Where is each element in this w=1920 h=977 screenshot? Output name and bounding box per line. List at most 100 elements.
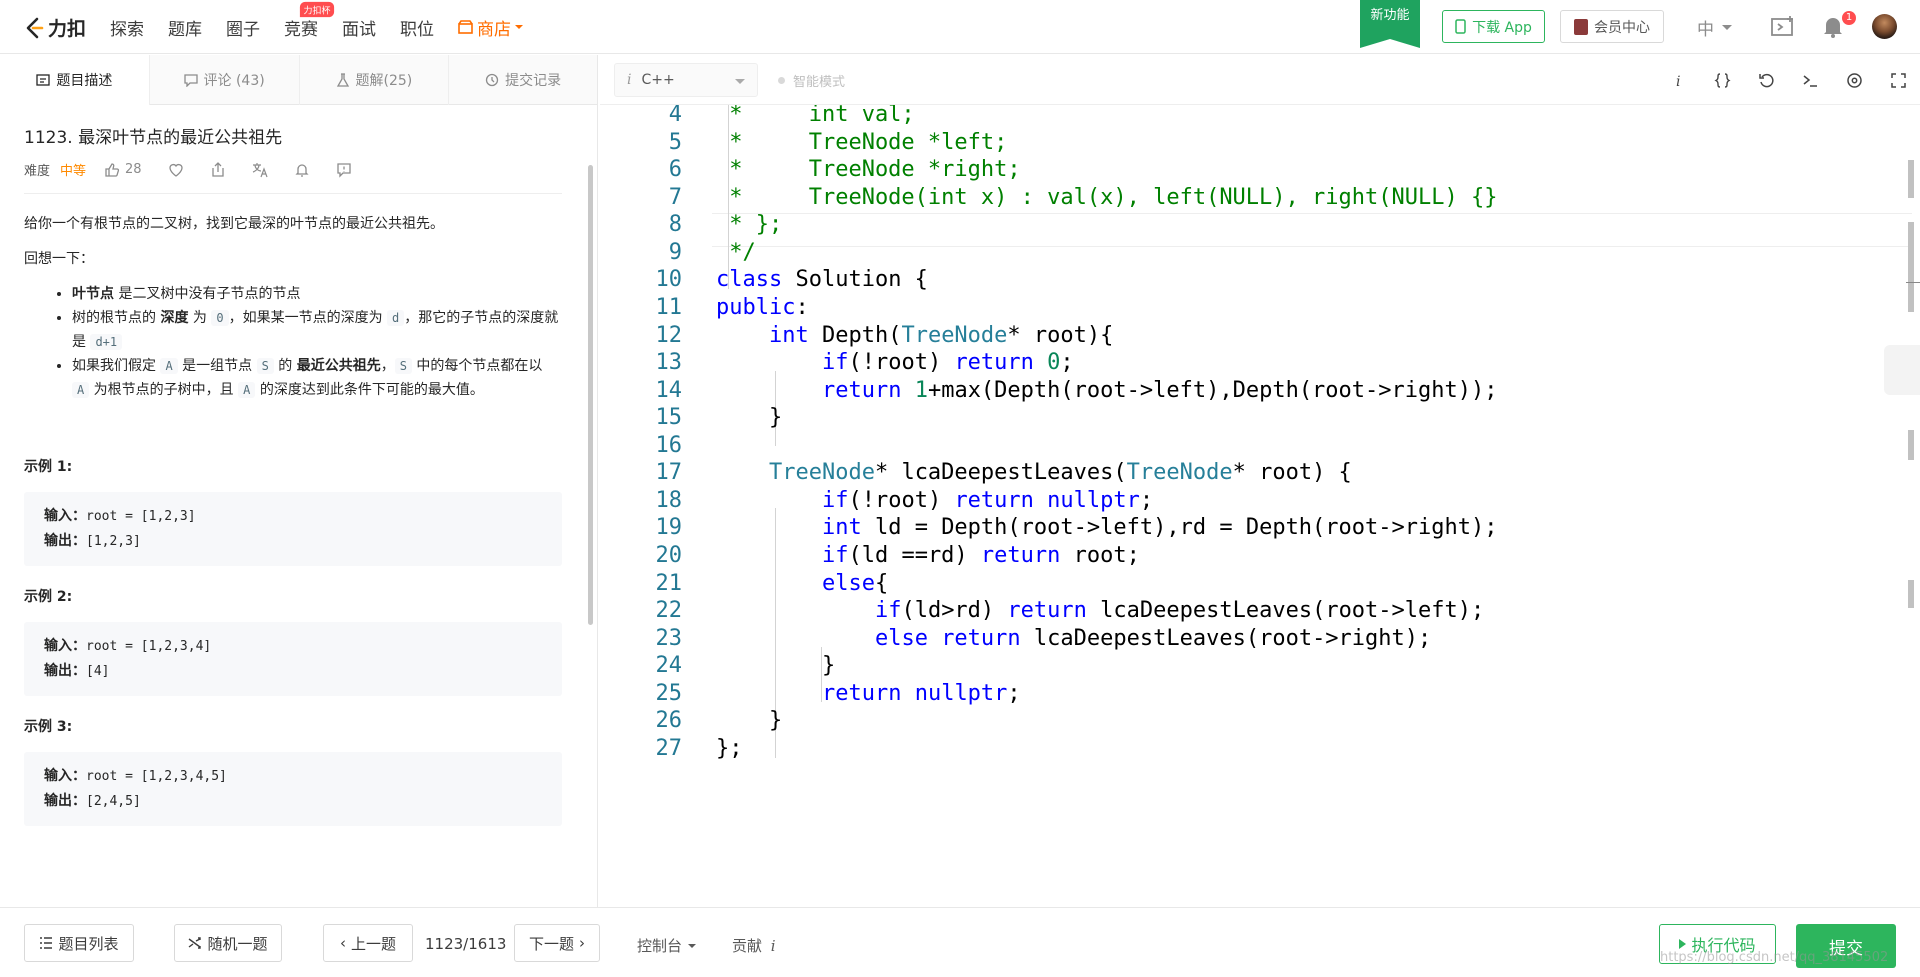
problem-index: 1123/1613 (425, 935, 507, 953)
bell-icon (295, 163, 309, 177)
tab-submissions-label: 提交记录 (505, 73, 562, 89)
next-problem-button[interactable]: 下一题 › (514, 924, 600, 962)
prev-problem-label: 上一题 (350, 934, 396, 953)
share-button[interactable] (210, 161, 226, 178)
terminal-button[interactable] (1788, 72, 1832, 89)
nav-explore[interactable]: 探索 (110, 15, 144, 40)
code-text: if(ld ==rd) return root; (821, 542, 1140, 568)
nav-circle[interactable]: 圈子 (226, 15, 260, 40)
console-label: 控制台 (637, 937, 683, 955)
code-text: } (716, 404, 783, 430)
format-button[interactable] (1700, 72, 1744, 89)
code-text: public: (716, 294, 809, 320)
editor-toolbar: i C++ 智能模式 i (600, 55, 1920, 105)
code-text: else{ (821, 570, 889, 596)
line-number: 22 (655, 597, 683, 623)
code-line: 27}; (600, 731, 1920, 765)
prev-problem-button[interactable]: ‹ 上一题 (323, 924, 413, 962)
new-feature-ribbon[interactable]: 新功能 (1360, 0, 1420, 48)
example-box: 输入：root = [1,2,3,4] 输出：[4] (24, 622, 562, 696)
console-toggle[interactable]: 控制台 (637, 935, 697, 956)
chevron-down-icon (515, 25, 523, 29)
example-1: 示例 1: 输入：root = [1,2,3] 输出：[1,2,3] (24, 456, 564, 566)
terminal-icon (1803, 74, 1817, 87)
description-icon (36, 74, 51, 86)
smart-mode-toggle[interactable]: 智能模式 (778, 71, 845, 90)
line-number: 20 (655, 542, 683, 568)
line-number: 13 (655, 349, 683, 375)
random-problem-button[interactable]: 随机一题 (174, 924, 282, 962)
notify-button[interactable] (294, 162, 310, 178)
toggle-dot (778, 77, 785, 84)
chevron-down-icon (735, 79, 745, 84)
code-text: TreeNode* lcaDeepestLeaves(TreeNode* roo… (768, 459, 1352, 485)
line-number: 9 (668, 239, 682, 265)
smart-mode-label: 智能模式 (793, 75, 846, 90)
favorite-button[interactable] (168, 162, 184, 178)
settings-button[interactable] (1832, 72, 1876, 89)
tab-solutions[interactable]: 题解(25) (300, 55, 450, 105)
notification-count-badge: 1 (1842, 11, 1856, 25)
translate-icon (252, 162, 268, 177)
user-avatar[interactable] (1872, 14, 1897, 39)
code-text: * TreeNode *left; (716, 129, 1008, 155)
nav-problems[interactable]: 题库 (168, 15, 202, 40)
feedback-button[interactable] (336, 162, 352, 178)
tab-description[interactable]: 题目描述 (0, 55, 150, 105)
floating-side-tab[interactable] (1884, 345, 1920, 395)
member-center-button[interactable]: 会员中心 (1560, 10, 1664, 43)
tab-submissions[interactable]: 提交记录 (449, 55, 597, 105)
problem-title: 1123. 最深叶节点的最近公共祖先 (24, 128, 283, 148)
member-icon (1574, 18, 1588, 35)
contribute-link[interactable]: 贡献 i (732, 935, 776, 956)
nav-contest-label: 竞赛 (284, 19, 318, 40)
language-label: 中 (1697, 20, 1714, 40)
line-number: 4 (668, 105, 682, 127)
list-item: 树的根节点的 深度 为 0，如果某一节点的深度为 d，那它的子节点的深度就是 d… (72, 306, 564, 354)
code-text: } (716, 652, 836, 678)
code-area[interactable]: 4 * int val; 5 * TreeNode *left; 6 * Tre… (600, 105, 1920, 907)
code-text: */ (716, 239, 756, 265)
language-switcher[interactable]: 中 (1697, 15, 1732, 40)
comment-icon (183, 74, 198, 87)
code-text: } (716, 707, 783, 733)
bottom-toolbar: 题目列表 随机一题 ‹ 上一题 1123/1613 下一题 › 控制台 贡献 i… (0, 907, 1920, 977)
nav-interview[interactable]: 面试 (342, 15, 376, 40)
problem-panel: 题目描述 评论 (43) 题解(25) 提交记录 1123. 最深叶节点的最近公… (0, 55, 598, 907)
chevron-down-icon (1722, 25, 1732, 30)
shop-icon (458, 20, 473, 34)
line-number: 23 (655, 625, 683, 651)
code-text: else return lcaDeepestLeaves(root->right… (874, 625, 1432, 651)
language-select[interactable]: i C++ (614, 63, 758, 97)
thumbs-up-icon (105, 162, 120, 177)
example-2: 示例 2: 输入：root = [1,2,3,4] 输出：[4] (24, 586, 564, 696)
example-box: 输入：root = [1,2,3,4,5] 输出：[2,4,5] (24, 752, 562, 826)
nav-shop[interactable]: 商店 (458, 15, 523, 40)
nav-contest[interactable]: 竞赛 力扣杯 (284, 1, 335, 40)
watermark: https://blog.csdn.net/qq_38145502 (1660, 950, 1889, 965)
like-button[interactable]: 28 (104, 162, 142, 178)
tab-solutions-label: 题解(25) (355, 73, 413, 89)
download-app-button[interactable]: 下载 App (1442, 10, 1545, 43)
feedback-icon (336, 162, 351, 178)
example-3: 示例 3: 输入：root = [1,2,3,4,5] 输出：[2,4,5] (24, 716, 564, 826)
nav-jobs[interactable]: 职位 (400, 15, 434, 40)
example-title: 示例 2: (24, 589, 73, 605)
translate-button[interactable] (252, 162, 268, 178)
recall-text: 回想一下： (24, 251, 94, 267)
tab-comments[interactable]: 评论 (43) (150, 55, 300, 105)
random-problem-label: 随机一题 (207, 934, 268, 953)
editor-scrollbar[interactable] (1908, 222, 1914, 312)
problem-list-button[interactable]: 题目列表 (24, 924, 134, 962)
reset-button[interactable] (1744, 72, 1788, 89)
logo[interactable]: 力扣 (24, 14, 86, 41)
shuffle-icon (189, 937, 202, 949)
add-playground-icon[interactable] (1770, 14, 1796, 40)
line-number: 17 (655, 459, 683, 485)
left-scrollbar[interactable] (588, 165, 593, 625)
info-icon: i (627, 72, 632, 88)
fullscreen-button[interactable] (1876, 72, 1920, 89)
editor-actions: i (1656, 55, 1920, 105)
brand-name: 力扣 (48, 18, 87, 40)
info-button[interactable]: i (1656, 72, 1700, 89)
